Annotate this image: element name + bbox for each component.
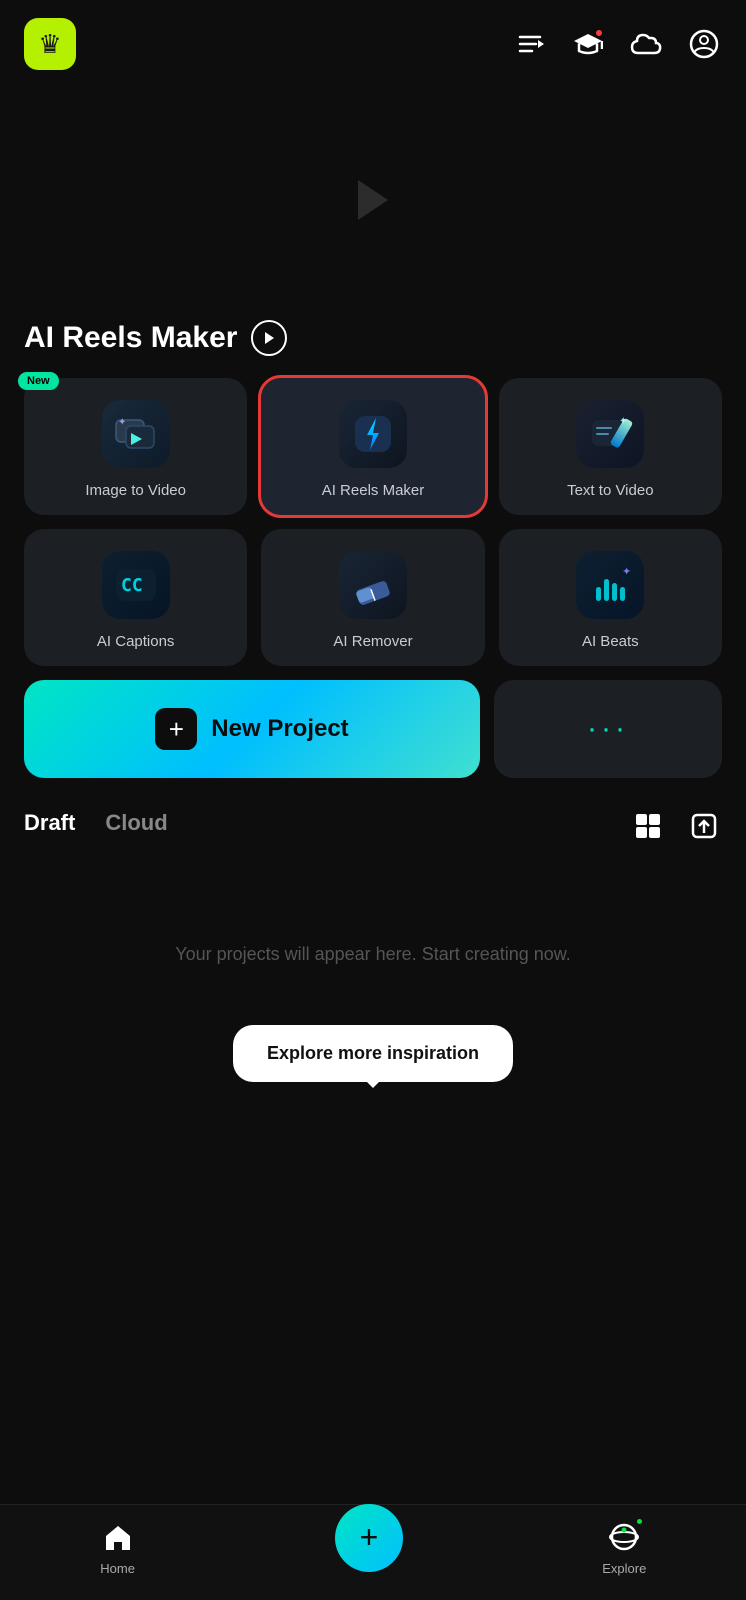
tool-ai-remover[interactable]: AI Remover [261,529,484,666]
tool-image-to-video[interactable]: New ✦ Image to Video [24,378,247,515]
tabs-right [630,808,722,844]
grid-view-icon[interactable] [630,808,666,844]
section-title: AI Reels Maker [24,321,237,355]
more-dots: ··· [587,712,629,746]
list-icon[interactable] [512,26,548,62]
plus-icon: + [155,708,197,750]
ai-remover-label: AI Remover [333,633,412,650]
explore-notification-dot [635,1517,644,1526]
explore-tooltip: Explore more inspiration [233,1025,513,1082]
section-header: AI Reels Maker [24,320,722,356]
ai-remover-icon-wrap [339,551,407,619]
empty-state: Your projects will appear here. Start cr… [0,884,746,1025]
svg-text:✦: ✦ [118,417,126,428]
app-header: ♛ [0,0,746,80]
tool-grid-row1: New ✦ Image to Video [24,378,722,515]
tab-cloud[interactable]: Cloud [105,810,167,842]
nav-home[interactable]: Home [100,1519,136,1576]
text-to-video-label: Text to Video [567,482,653,499]
hero-area [0,80,746,320]
tooltip-wrap: Explore more inspiration [0,1025,746,1082]
app-logo[interactable]: ♛ [24,18,76,70]
image-to-video-label: Image to Video [85,482,186,499]
ai-beats-icon-wrap: ✦ [576,551,644,619]
nav-explore[interactable]: Explore [602,1519,646,1576]
empty-state-message: Your projects will appear here. Start cr… [175,944,571,964]
bottom-nav: Home + Explore [0,1504,746,1600]
tool-text-to-video[interactable]: ✦ Text to Video [499,378,722,515]
ai-reels-section: AI Reels Maker New [0,320,746,778]
home-label: Home [100,1561,135,1576]
tabs-row: Draft Cloud [0,808,746,844]
new-project-label: New Project [211,715,348,743]
section-navigate-button[interactable] [251,320,287,356]
more-button[interactable]: ··· [494,680,722,778]
new-badge: New [18,372,59,390]
crown-icon: ♛ [38,29,61,60]
tool-grid-row2: CC AI Captions AI Remover [24,529,722,666]
tooltip-text: Explore more inspiration [267,1043,479,1063]
new-project-button[interactable]: + New Project [24,680,480,778]
ai-captions-icon-wrap: CC [102,551,170,619]
tool-ai-reels-maker[interactable]: AI Reels Maker [261,378,484,515]
notification-dot [594,28,604,38]
explore-label: Explore [602,1561,646,1576]
explore-icon [606,1519,642,1555]
create-button[interactable]: + [335,1504,403,1572]
tool-ai-beats[interactable]: ✦ AI Beats [499,529,722,666]
header-icons [512,26,722,62]
export-icon[interactable] [686,808,722,844]
hero-arrow-icon [343,170,403,230]
home-icon [100,1519,136,1555]
tool-ai-captions[interactable]: CC AI Captions [24,529,247,666]
ai-beats-label: AI Beats [582,633,639,650]
svg-text:✦: ✦ [619,416,627,427]
svg-text:CC: CC [121,575,143,596]
ai-reels-label: AI Reels Maker [322,482,425,499]
tabs-left: Draft Cloud [24,810,168,842]
svg-text:✦: ✦ [622,566,631,578]
graduation-cap-icon[interactable] [570,26,606,62]
tab-draft[interactable]: Draft [24,810,75,842]
text-to-video-icon-wrap: ✦ [576,400,644,468]
ai-captions-label: AI Captions [97,633,175,650]
cloud-icon[interactable] [628,26,664,62]
profile-icon[interactable] [686,26,722,62]
new-project-row: + New Project ··· [24,680,722,778]
image-to-video-icon-wrap: ✦ [102,400,170,468]
ai-reels-icon-wrap [339,400,407,468]
